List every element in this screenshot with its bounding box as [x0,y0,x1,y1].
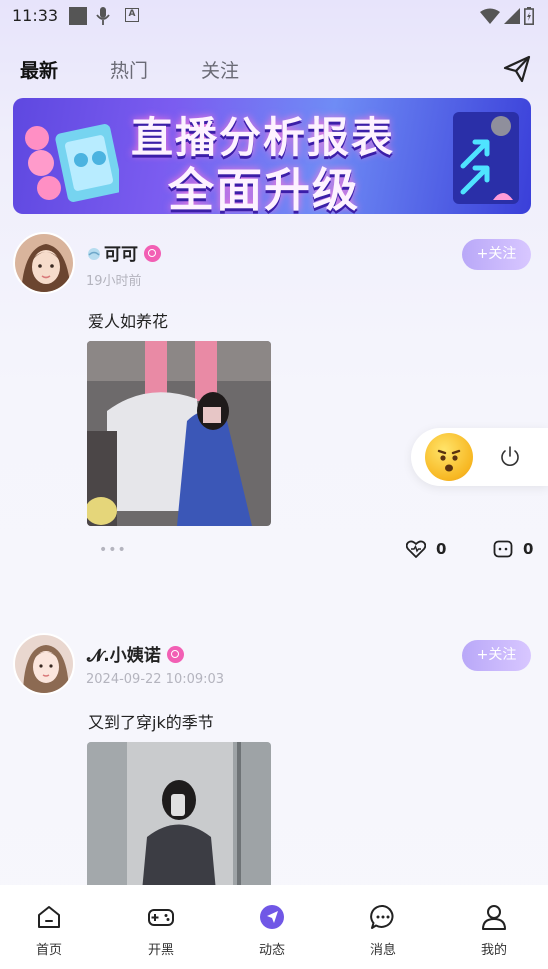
avatar[interactable] [13,633,75,695]
banner-decoration-left [25,124,119,202]
keyboard-a-icon: A [125,8,139,22]
like-count: 0 [436,540,447,558]
feed-tabs: 最新 热门 关注 [0,52,548,86]
signal-icon [504,8,520,24]
nav-label: 首页 [35,943,62,958]
decoration-icon [88,248,100,260]
microphone-icon [96,7,110,25]
avatar-image [15,635,73,693]
compass-icon [260,905,284,929]
banner-decoration-right [453,112,519,204]
nav-gaming[interactable]: 开黑 [106,885,216,969]
nav-label: 我的 [480,943,507,958]
nav-profile[interactable]: 我的 [439,885,548,969]
status-bar: 11:33 A [0,0,548,32]
comment-count: 0 [523,540,534,558]
post-card: 可可 19小时前 +关注 爱人如养花 ••• 0 0 [0,232,548,572]
banner-title-line2: 全面升级 [168,163,360,214]
username-text: 可可 [104,245,138,265]
avatar[interactable] [13,232,75,294]
like-button[interactable]: 0 [406,540,446,558]
post-card: 𝓝.小姨诺 2024-09-22 10:09:03 +关注 又到了穿jk的季节 [0,633,548,885]
floating-widget[interactable] [411,428,548,486]
post-image[interactable] [87,341,271,526]
post-text: 又到了穿jk的季节 [88,713,214,732]
username[interactable]: 可可 [87,240,161,265]
nav-label: 开黑 [147,943,174,958]
heart-icon [406,540,426,558]
promo-banner[interactable]: 直播分析报表 全面升级 [13,98,531,214]
user-icon [482,905,506,930]
comment-button[interactable]: 0 [493,540,533,558]
wifi-icon [480,8,500,24]
follow-button[interactable]: +关注 [462,239,531,270]
power-icon[interactable] [499,445,521,469]
vip-badge-icon [166,646,184,663]
nav-label: 动态 [258,943,285,958]
nav-home[interactable]: 首页 [0,885,104,969]
post-time: 19小时前 [86,274,142,289]
tab-following[interactable]: 关注 [201,56,239,83]
tab-hot[interactable]: 热门 [110,56,148,83]
send-icon[interactable] [502,54,532,84]
battery-icon [524,7,534,25]
notification-square-icon [69,7,87,25]
status-time: 11:33 [12,6,59,25]
post-time: 2024-09-22 10:09:03 [86,672,225,687]
gamepad-icon [148,909,174,926]
nav-feed[interactable]: 动态 [217,885,327,969]
home-icon [38,906,60,928]
nav-messages[interactable]: 消息 [328,885,438,969]
post-text: 爱人如养花 [88,312,169,331]
follow-button[interactable]: +关注 [462,640,531,671]
tab-latest[interactable]: 最新 [20,56,58,83]
vip-badge-icon [144,245,161,262]
username-text: 𝓝.小姨诺 [87,646,161,666]
more-options-button[interactable]: ••• [99,542,127,558]
username[interactable]: 𝓝.小姨诺 [87,641,184,666]
nav-label: 消息 [369,943,396,958]
avatar-image [15,234,73,292]
bottom-navigation: 首页 开黑 动态 消息 我的 [0,885,548,969]
comment-icon [493,540,513,558]
post-image[interactable] [87,742,271,885]
emoji-face-icon[interactable] [425,433,473,481]
chat-icon [370,904,394,929]
